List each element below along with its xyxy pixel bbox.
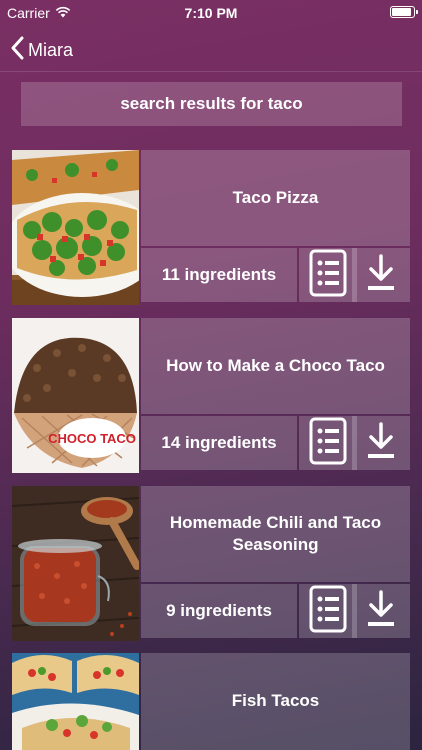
ingredient-count: 14 ingredients xyxy=(141,416,297,470)
recipe-title[interactable]: Fish Tacos xyxy=(141,653,410,750)
search-results-header: search results for taco xyxy=(21,82,402,126)
download-icon xyxy=(366,421,396,465)
ingredient-count: 9 ingredients xyxy=(141,584,297,638)
recipe-card[interactable]: Fish Tacos xyxy=(12,653,410,750)
recipe-title[interactable]: How to Make a Choco Taco xyxy=(141,318,410,414)
download-button[interactable] xyxy=(352,248,410,302)
choco-taco-logo: CHOCO TACO xyxy=(48,431,136,446)
back-label: Miara xyxy=(28,40,74,60)
list-icon xyxy=(309,585,347,638)
recipe-title[interactable]: Homemade Chili and Taco Seasoning xyxy=(141,486,410,582)
recipe-thumbnail-fish-tacos xyxy=(12,653,139,750)
ingredient-count: 11 ingredients xyxy=(141,248,297,302)
search-results-label: search results for taco xyxy=(120,94,303,113)
recipe-thumbnail-choco-taco: CHOCO TACO xyxy=(12,318,139,473)
status-time: 7:10 PM xyxy=(184,5,238,21)
back-button[interactable]: Miara xyxy=(10,36,73,65)
download-button[interactable] xyxy=(352,416,410,470)
download-button[interactable] xyxy=(352,584,410,638)
download-icon xyxy=(366,589,396,633)
recipe-thumbnail-taco-pizza xyxy=(12,150,139,305)
ingredients-list-button[interactable] xyxy=(299,416,357,470)
recipe-thumbnail-chili-seasoning xyxy=(12,486,139,641)
status-bar: Carrier 7:10 PM xyxy=(0,0,422,26)
nav-bar: Miara xyxy=(0,26,422,72)
download-icon xyxy=(366,253,396,297)
ingredients-list-button[interactable] xyxy=(299,584,357,638)
recipe-card[interactable]: Taco Pizza 11 ingredients xyxy=(12,150,410,305)
recipe-card[interactable]: Homemade Chili and Taco Seasoning 9 ingr… xyxy=(12,486,410,641)
list-icon xyxy=(309,249,347,302)
battery-icon xyxy=(390,6,418,18)
recipe-card[interactable]: CHOCO TACO How to Make a Choco Taco 14 i… xyxy=(12,318,410,473)
ingredients-list-button[interactable] xyxy=(299,248,357,302)
list-icon xyxy=(309,417,347,470)
recipe-title[interactable]: Taco Pizza xyxy=(141,150,410,246)
chevron-left-icon xyxy=(10,36,24,65)
